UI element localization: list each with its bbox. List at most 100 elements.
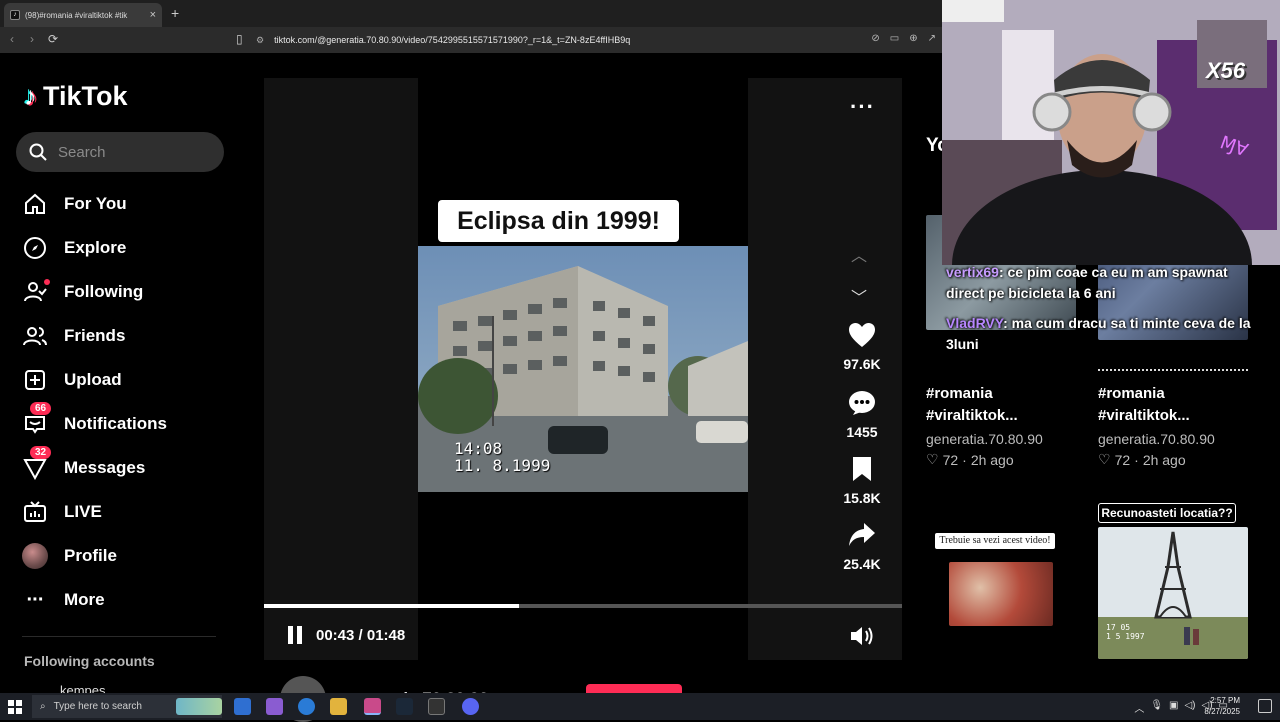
nav-label: Friends <box>64 326 126 345</box>
time-display: 00:43 / 01:48 <box>316 627 406 644</box>
file-explorer-icon[interactable] <box>330 698 347 715</box>
edge-icon[interactable] <box>298 698 315 715</box>
notification-badge: 66 <box>30 402 52 415</box>
sidebar-divider <box>22 636 216 637</box>
copilot-icon[interactable] <box>266 698 283 715</box>
next-video-chevron-down-icon[interactable]: ﹀ <box>851 284 867 308</box>
clock-time: 2:57 PM <box>1210 696 1240 705</box>
nav-upload[interactable]: Upload <box>22 365 122 395</box>
bookmark-icon <box>853 457 871 481</box>
card-likes: 72 <box>942 451 959 468</box>
video-progress-bar[interactable] <box>264 604 902 608</box>
vhs-time: 14:08 <box>454 439 503 458</box>
save-count: 15.8K <box>843 490 881 506</box>
nav-more[interactable]: ··· More <box>22 585 105 615</box>
browser-toolbar: ‹ › ⟳ ▯ ⚙ tiktok.com/@generatia.70.80.90… <box>0 27 942 53</box>
chat-username: VladRVY <box>946 315 1004 331</box>
new-content-dot <box>44 279 50 285</box>
avatar <box>22 543 48 569</box>
nav-label: More <box>64 590 105 609</box>
thumbnail-vhs-stamp: 17 05 1 5 1997 <box>1106 623 1145 641</box>
following-accounts-title: Following accounts <box>24 653 155 669</box>
nav-following[interactable]: Following <box>22 277 143 307</box>
discord-icon[interactable] <box>462 698 479 715</box>
vhs-date: 11. 8.1999 <box>454 456 551 475</box>
comment-action[interactable]: 1455 <box>834 390 890 440</box>
network-icon[interactable]: ▣ <box>1169 700 1178 715</box>
reader-icon[interactable]: ⊘ <box>871 33 879 44</box>
url-text: tiktok.com/@generatia.70.80.90/video/754… <box>274 35 631 45</box>
tab-title: (98)#romania #viraltiktok #tik <box>25 10 128 20</box>
video-caption-overlay: Eclipsa din 1999! <box>438 200 679 242</box>
steam-icon[interactable] <box>396 698 413 715</box>
volume-icon[interactable] <box>849 625 875 647</box>
nav-for-you[interactable]: For You <box>22 189 127 219</box>
nav-notifications[interactable]: 66 Notifications <box>22 402 167 439</box>
compass-icon <box>22 235 48 261</box>
video-player[interactable]: Eclipsa din 1999! 14:08 11. 8.1999 ··· ︿… <box>264 78 902 660</box>
reload-icon[interactable]: ⟳ <box>48 32 58 46</box>
card-author[interactable]: generatia.70.80.90 <box>926 431 1043 447</box>
share-icon[interactable]: ↗ <box>928 33 936 44</box>
nav-profile[interactable]: Profile <box>22 541 117 571</box>
video-thumbnail[interactable] <box>949 562 1053 626</box>
task-view-icon[interactable] <box>234 698 251 715</box>
pause-button[interactable] <box>286 626 306 646</box>
tab-close-button[interactable]: × <box>150 9 156 21</box>
card-title[interactable]: #romania #viraltiktok... <box>926 383 1018 427</box>
search-highlight-image <box>176 698 222 715</box>
previous-video-chevron-up-icon[interactable]: ︿ <box>851 242 867 266</box>
zoom-icon[interactable]: ⊕ <box>909 33 917 44</box>
search-icon <box>29 143 47 161</box>
notification-center-icon[interactable] <box>1258 699 1272 713</box>
card-title[interactable]: #romania #viraltiktok... <box>1098 383 1190 427</box>
webcam-scene: ⱮⱯ <box>942 0 1280 265</box>
cast-icon[interactable]: ▭ <box>890 33 899 44</box>
save-action[interactable]: 15.8K <box>834 456 890 506</box>
heart-outline-icon: ♡ <box>1098 451 1111 467</box>
address-bar[interactable]: ⚙ tiktok.com/@generatia.70.80.90/video/7… <box>256 30 936 50</box>
card-meta: ♡ 72 · 2h ago <box>1098 451 1186 468</box>
share-action[interactable]: 25.4K <box>834 522 890 572</box>
browser-tab-strip: ♪ (98)#romania #viraltiktok #tik × + <box>0 0 942 27</box>
multiplier-badge: X56 <box>1206 58 1246 83</box>
clock-date: 8/27/2025 <box>1204 707 1240 716</box>
nav-friends[interactable]: Friends <box>22 321 125 351</box>
new-tab-button[interactable]: + <box>171 5 179 21</box>
forward-icon[interactable]: › <box>30 32 34 46</box>
taskbar-clock[interactable]: 2:57 PM 8/27/2025 <box>1204 695 1240 717</box>
card-meta: ♡ 72 · 2h ago <box>926 451 1014 468</box>
nav-label: Upload <box>64 370 122 389</box>
inbox-icon: 66 <box>22 402 52 437</box>
nav-label: Profile <box>64 546 117 565</box>
windows-start-icon[interactable] <box>8 700 22 714</box>
friends-icon <box>22 323 48 349</box>
chat-message: vertix69: ce pim coae ca eu m am spawnat… <box>946 264 1228 301</box>
terminal-icon[interactable] <box>428 698 445 715</box>
like-action[interactable]: 97.6K <box>834 322 890 372</box>
nav-label: LIVE <box>64 502 102 521</box>
site-info-icon[interactable]: ⚙ <box>256 35 264 46</box>
nav-messages[interactable]: 32 Messages <box>22 446 146 483</box>
nav-explore[interactable]: Explore <box>22 233 126 263</box>
tiktok-logo[interactable]: ♪ TikTok <box>24 81 128 112</box>
messages-badge: 32 <box>30 446 52 459</box>
separator: · <box>962 451 967 468</box>
tiktok-favicon-icon: ♪ <box>10 10 20 20</box>
more-options-button[interactable]: ··· <box>850 94 875 120</box>
share-arrow-icon <box>849 523 875 546</box>
search-input[interactable]: Search <box>16 132 224 172</box>
microphone-icon[interactable]: 🎙 <box>1150 700 1163 715</box>
browser-app-icon[interactable] <box>364 698 381 715</box>
nav-live[interactable]: LIVE <box>22 497 102 527</box>
nav-label: Messages <box>64 458 146 477</box>
card-author[interactable]: generatia.70.80.90 <box>1098 431 1215 447</box>
bookmark-icon[interactable]: ▯ <box>236 32 243 46</box>
chat-message: VladRVY: ma cum dracu sa ti minte ceva d… <box>946 315 1251 352</box>
search-placeholder: Search <box>58 143 106 161</box>
speaker-icon[interactable]: ◁) <box>1184 700 1195 715</box>
chevron-up-icon[interactable]: ︿ <box>1134 700 1144 715</box>
browser-tab[interactable]: ♪ (98)#romania #viraltiktok #tik × <box>4 3 162 27</box>
back-icon[interactable]: ‹ <box>10 32 14 46</box>
vhs-timestamp: 14:08 11. 8.1999 <box>454 440 550 474</box>
